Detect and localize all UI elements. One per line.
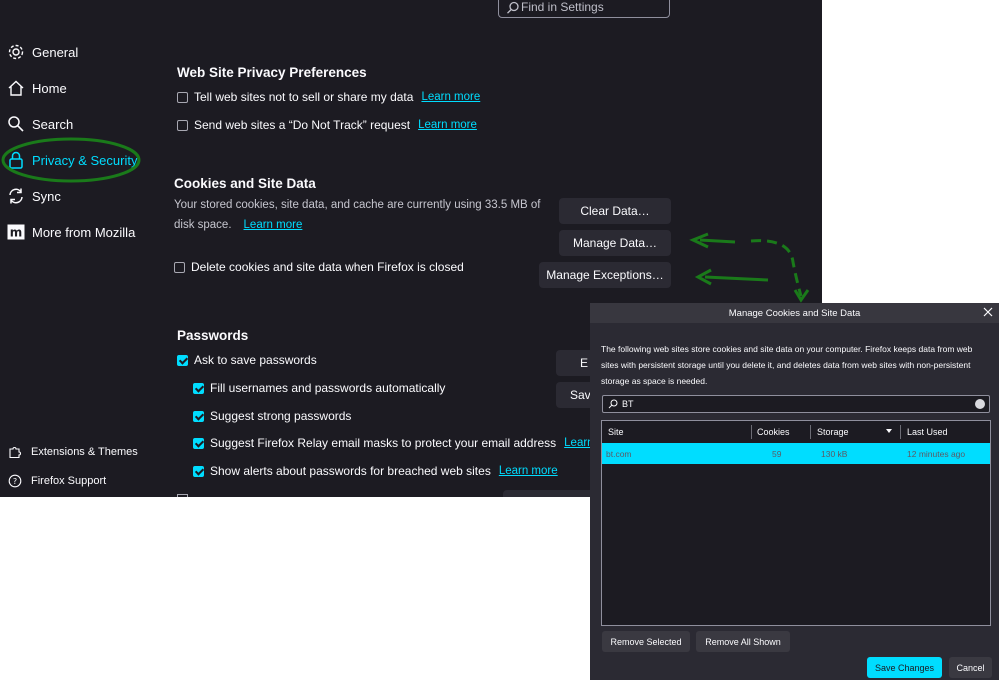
breach-alerts-checkbox[interactable] [193, 465, 204, 477]
dnt-sell-label: Tell web sites not to sell or share my d… [194, 90, 414, 104]
manage-data-button[interactable]: Manage Data… [559, 230, 671, 256]
cell-last-used: 12 minutes ago [907, 448, 966, 459]
cookies-heading: Cookies and Site Data [174, 176, 316, 191]
sidebar-item-general[interactable]: General [7, 40, 78, 64]
do-not-track-checkbox[interactable] [177, 119, 188, 131]
sidebar-item-label: More from Mozilla [32, 224, 136, 240]
sidebar-item-sync[interactable]: Sync [7, 184, 61, 208]
ask-save-passwords-row: Ask to save passwords [177, 353, 317, 367]
do-not-track-row: Send web sites a “Do Not Track” request … [177, 118, 477, 132]
fill-usernames-label: Fill usernames and passwords automatical… [210, 381, 446, 395]
sidebar-item-home[interactable]: Home [7, 76, 67, 100]
sidebar-bottom-label: Extensions & Themes [31, 446, 138, 458]
remove-all-shown-button[interactable]: Remove All Shown [696, 631, 790, 652]
do-not-track-learn-more-link[interactable]: Learn more [418, 119, 477, 131]
cancel-button[interactable]: Cancel [949, 657, 992, 678]
sync-icon [7, 187, 25, 205]
gear-icon [7, 43, 25, 61]
breach-learn-more-link[interactable]: Learn more [499, 465, 558, 477]
sidebar-item-search[interactable]: Search [7, 112, 73, 136]
column-header-cookies[interactable]: Cookies [757, 421, 790, 443]
cookies-usage-text-2: disk space. [174, 219, 232, 231]
relay-masks-row: Suggest Firefox Relay email masks to pro… [193, 436, 623, 450]
breach-alerts-row: Show alerts about passwords for breached… [193, 464, 558, 478]
mozilla-icon: m [7, 223, 25, 241]
sort-descending-icon [886, 429, 892, 433]
table-row[interactable]: bt.com 59 130 kB 12 minutes ago [602, 443, 990, 464]
dialog-search-value: BT [622, 399, 634, 409]
table-header: Site Cookies Storage Last Used [602, 421, 990, 443]
relay-masks-checkbox[interactable] [193, 437, 204, 449]
sidebar-bottom-label: Firefox Support [31, 475, 107, 487]
fill-usernames-row: Fill usernames and passwords automatical… [193, 381, 445, 395]
search-icon [7, 115, 25, 133]
cell-storage: 130 kB [821, 448, 848, 459]
puzzle-icon [8, 445, 22, 459]
sidebar-item-label: Search [32, 116, 74, 132]
search-icon [608, 399, 618, 409]
manage-exceptions-button[interactable]: Manage Exceptions… [539, 262, 671, 288]
dnt-sell-learn-more-link[interactable]: Learn more [421, 91, 480, 103]
manage-cookies-dialog: Manage Cookies and Site Data The followi… [590, 303, 999, 680]
column-divider[interactable] [751, 425, 752, 439]
save-changes-button[interactable]: Save Changes [867, 657, 942, 678]
delete-on-close-label: Delete cookies and site data when Firefo… [191, 260, 464, 274]
suggest-strong-row: Suggest strong passwords [193, 409, 351, 423]
site-data-table: Site Cookies Storage Last Used bt.com 59… [601, 420, 991, 626]
ask-save-passwords-label: Ask to save passwords [194, 353, 317, 367]
sidebar-extensions-themes[interactable]: Extensions & Themes [8, 445, 138, 459]
column-header-storage[interactable]: Storage [817, 421, 849, 443]
fill-usernames-checkbox[interactable] [193, 382, 204, 394]
search-input[interactable] [521, 0, 661, 15]
sidebar-item-more-from-mozilla[interactable]: m More from Mozilla [7, 220, 135, 244]
column-header-last-used[interactable]: Last Used [907, 421, 948, 443]
search-icon [507, 1, 519, 14]
sidebar-item-label: Sync [32, 188, 61, 204]
dialog-title-bar: Manage Cookies and Site Data [590, 303, 999, 323]
close-icon[interactable] [980, 304, 996, 320]
cell-site: bt.com [606, 448, 632, 459]
clear-search-icon[interactable] [975, 399, 985, 409]
dialog-search-field[interactable]: BT [602, 395, 990, 413]
sidebar-item-label: Privacy & Security [32, 152, 138, 168]
cookies-learn-more-link[interactable]: Learn more [244, 219, 303, 231]
svg-text:m: m [10, 226, 23, 240]
column-header-site[interactable]: Site [608, 421, 624, 443]
column-divider[interactable] [900, 425, 901, 439]
cookies-usage-line2: disk space. Learn more [174, 219, 302, 231]
cookies-usage-text: Your stored cookies, site data, and cach… [174, 199, 541, 211]
partial-button[interactable] [503, 490, 603, 497]
do-not-track-label: Send web sites a “Do Not Track” request [194, 118, 411, 132]
cell-cookies: 59 [772, 448, 782, 459]
clear-data-button[interactable]: Clear Data… [559, 198, 671, 224]
lock-icon [7, 151, 25, 169]
delete-on-close-row: Delete cookies and site data when Firefo… [174, 260, 464, 274]
breach-alerts-label: Show alerts about passwords for breached… [210, 464, 491, 478]
settings-search[interactable] [498, 0, 670, 18]
sidebar-item-privacy-security[interactable]: Privacy & Security [7, 148, 137, 172]
sidebar-item-label: Home [32, 80, 67, 96]
sidebar-item-label: General [32, 44, 79, 60]
relay-masks-label: Suggest Firefox Relay email masks to pro… [210, 436, 557, 450]
privacy-prefs-heading: Web Site Privacy Preferences [177, 65, 367, 80]
column-divider[interactable] [810, 425, 811, 439]
partial-checkbox[interactable] [177, 494, 188, 497]
dialog-title: Manage Cookies and Site Data [728, 307, 861, 319]
home-icon [7, 79, 25, 97]
help-icon: ? [8, 474, 22, 488]
suggest-strong-label: Suggest strong passwords [210, 409, 352, 423]
dnt-sell-checkbox[interactable] [177, 91, 188, 103]
svg-text:?: ? [13, 477, 17, 486]
dnt-sell-row: Tell web sites not to sell or share my d… [177, 90, 480, 104]
suggest-strong-checkbox[interactable] [193, 410, 204, 422]
delete-on-close-checkbox[interactable] [174, 261, 185, 273]
ask-save-passwords-checkbox[interactable] [177, 354, 188, 366]
passwords-heading: Passwords [177, 328, 249, 343]
sidebar-firefox-support[interactable]: ? Firefox Support [8, 474, 106, 488]
remove-selected-button[interactable]: Remove Selected [602, 631, 690, 652]
dialog-description: The following web sites store cookies an… [601, 344, 973, 386]
